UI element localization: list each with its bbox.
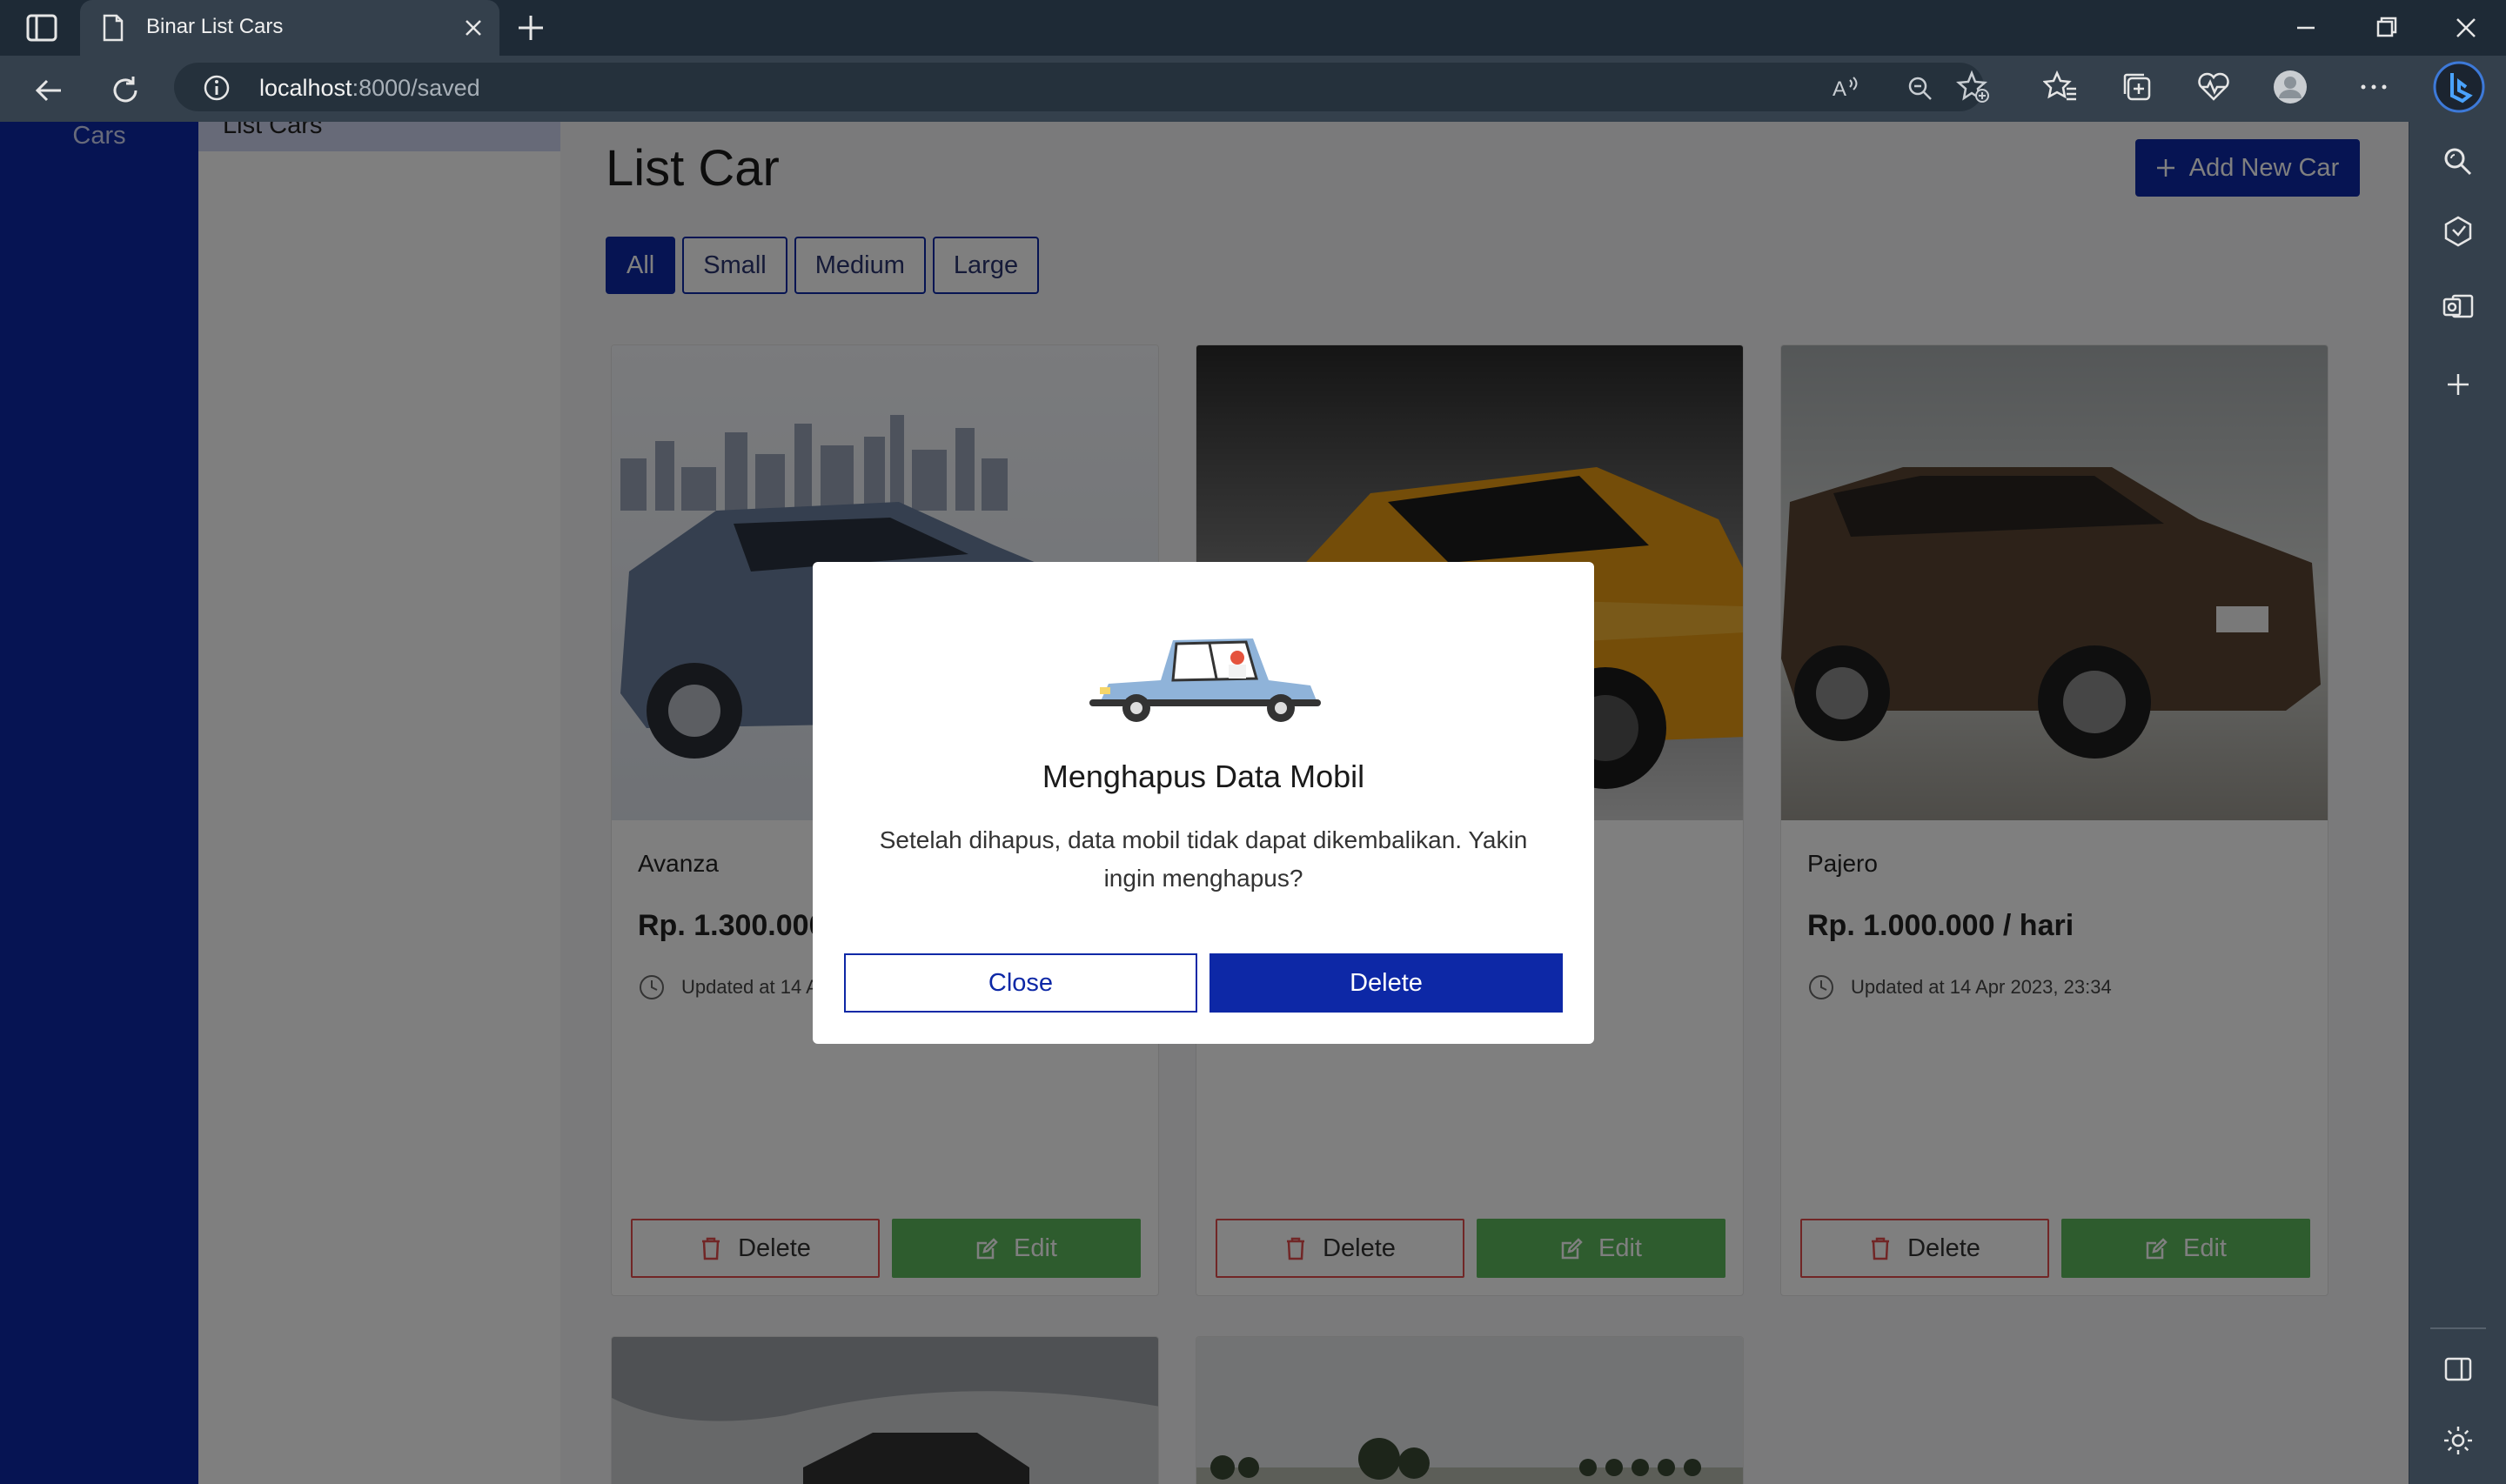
copilot-icon[interactable] — [2433, 61, 2485, 113]
more-options-icon[interactable] — [2356, 70, 2391, 104]
favorites-icon[interactable] — [2043, 70, 2078, 104]
svg-text:A: A — [1833, 77, 1846, 101]
read-aloud-icon[interactable]: A — [1831, 75, 1860, 101]
sidebar-separator — [2430, 1327, 2486, 1329]
browser-essentials-icon[interactable] — [2196, 70, 2231, 104]
restore-icon[interactable] — [2360, 9, 2412, 47]
url-text[interactable]: localhost:8000/saved — [259, 75, 480, 102]
modal-title: Menghapus Data Mobil — [1042, 759, 1365, 794]
collections-icon[interactable] — [2120, 70, 2154, 104]
tab-title: Binar List Cars — [146, 15, 284, 38]
page-icon — [103, 14, 124, 42]
add-favorite-icon[interactable] — [1956, 70, 1991, 104]
back-icon[interactable] — [30, 71, 68, 110]
info-icon[interactable] — [202, 73, 231, 103]
minimize-icon[interactable] — [2280, 9, 2332, 47]
browser-titlebar: Binar List Cars — [0, 0, 2506, 56]
close-tab-icon[interactable] — [461, 16, 486, 40]
car-illustration-icon — [1089, 638, 1321, 722]
reload-icon[interactable] — [106, 71, 144, 110]
browser-toolbar: localhost:8000/saved A — [0, 56, 2506, 122]
new-tab-icon[interactable] — [515, 12, 546, 43]
url-host: localhost — [259, 75, 352, 101]
close-window-icon[interactable] — [2440, 9, 2492, 47]
delete-confirmation-modal: Menghapus Data Mobil Setelah dihapus, da… — [813, 562, 1594, 1044]
add-sidebar-app-icon[interactable] — [2441, 367, 2476, 402]
modal-delete-button[interactable]: Delete — [1209, 953, 1563, 1013]
search-icon[interactable] — [2441, 144, 2476, 179]
settings-gear-icon[interactable] — [2441, 1423, 2476, 1458]
address-bar[interactable]: localhost:8000/saved A — [174, 63, 1984, 111]
profile-avatar-icon[interactable] — [2273, 70, 2308, 104]
url-path: :8000/saved — [352, 75, 480, 101]
outlook-icon[interactable] — [2441, 289, 2476, 324]
modal-message: Setelah dihapus, data mobil tidak dapat … — [879, 826, 1528, 892]
tab-actions-icon[interactable] — [24, 12, 59, 43]
modal-close-button[interactable]: Close — [844, 953, 1197, 1013]
browser-tab[interactable]: Binar List Cars — [80, 0, 499, 56]
shopping-icon[interactable] — [2441, 214, 2476, 249]
zoom-out-icon[interactable] — [1906, 75, 1935, 101]
edge-sidebar — [2409, 122, 2506, 1484]
sidebar-toggle-icon[interactable] — [2441, 1352, 2476, 1387]
